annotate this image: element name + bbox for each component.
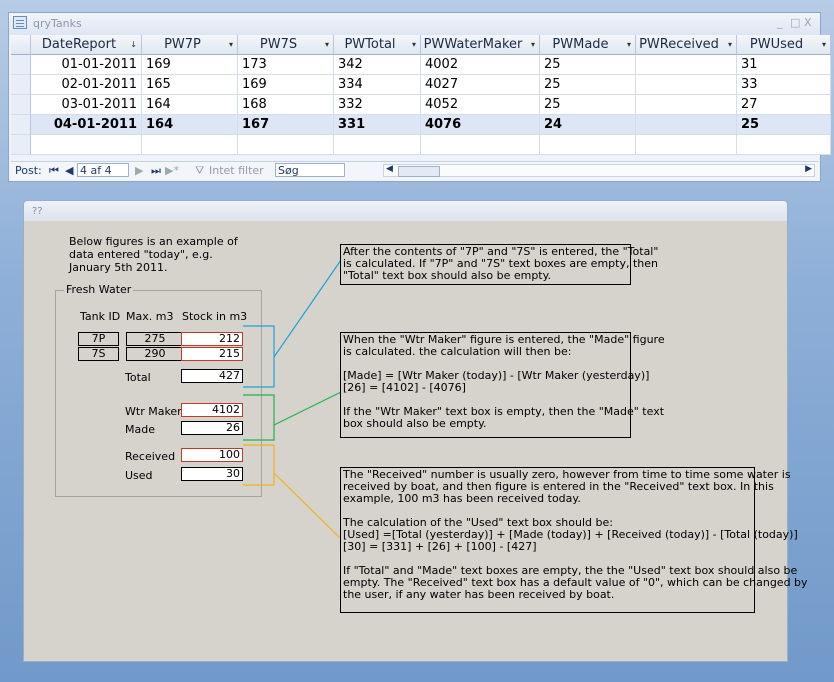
dropdown-icon[interactable]: ▾ — [325, 35, 329, 55]
made-connector — [243, 391, 342, 441]
column-header-label: PWWaterMaker — [423, 37, 523, 52]
table-cell[interactable]: 27 — [737, 95, 831, 115]
table-cell[interactable]: 4076 — [421, 115, 540, 135]
table-cell[interactable] — [636, 115, 737, 135]
new-row-cell[interactable] — [636, 135, 737, 155]
table-cell[interactable]: 165 — [142, 75, 238, 95]
column-header-label: PWTotal — [344, 37, 396, 52]
form-window: ?? Below figures is an example of data e… — [23, 200, 808, 662]
query-title-bar: qryTanks _ □ X — [9, 13, 820, 35]
datasheet-icon — [13, 16, 27, 29]
row-selector[interactable] — [11, 95, 31, 115]
table-cell[interactable]: 331 — [334, 115, 421, 135]
first-record-button[interactable]: ⏮ — [49, 164, 59, 178]
table-cell[interactable]: 03-01-2011 — [31, 95, 142, 115]
record-number-input[interactable]: 4 af 4 — [77, 163, 129, 177]
column-header-datereport[interactable]: DateReport ↓ — [31, 35, 142, 55]
sort-icon[interactable]: ↓ — [130, 35, 137, 55]
table-cell[interactable]: 4027 — [421, 75, 540, 95]
table-cell[interactable] — [636, 55, 737, 75]
table-cell[interactable]: 164 — [142, 95, 238, 115]
table-cell[interactable]: 168 — [238, 95, 334, 115]
row-selector[interactable] — [11, 55, 31, 75]
search-input[interactable]: Søg — [275, 163, 345, 177]
dropdown-icon[interactable]: ▾ — [229, 35, 233, 55]
column-header-pwused[interactable]: PWUsed ▾ — [737, 35, 831, 55]
query-window: qryTanks _ □ X DateReport ↓ PW7P ▾ PW7S ▾ PWTo… — [8, 12, 831, 182]
table-cell[interactable]: 25 — [540, 95, 636, 115]
used-connector — [243, 444, 341, 539]
table-cell[interactable]: 169 — [238, 75, 334, 95]
row-selector[interactable] — [11, 115, 31, 135]
record-navigation-bar: Post: ⏮ ◀ 4 af 4 ▶ ⏭ ▶* ⛛ Intet filter S… — [11, 161, 819, 180]
table-cell[interactable]: 33 — [737, 75, 831, 95]
select-all-corner[interactable] — [11, 35, 31, 55]
last-record-button[interactable]: ⏭ — [151, 164, 161, 178]
note-made: When the "Wtr Maker" figure is entered, … — [340, 332, 665, 438]
dropdown-icon[interactable]: ▾ — [627, 35, 631, 55]
scroll-right-icon[interactable]: ▶ — [805, 164, 812, 174]
table-cell[interactable]: 173 — [238, 55, 334, 75]
column-header-pwwatermaker[interactable]: PWWaterMaker ▾ — [421, 35, 540, 55]
new-row-cell[interactable] — [142, 135, 238, 155]
table-cell[interactable]: 169 — [142, 55, 238, 75]
dropdown-icon[interactable]: ▾ — [822, 35, 826, 55]
prev-record-button[interactable]: ◀ — [65, 164, 73, 177]
minimize-button[interactable]: _ — [777, 16, 783, 29]
column-header-pwtotal[interactable]: PWTotal ▾ — [334, 35, 421, 55]
column-header-pwreceived[interactable]: PWReceived ▾ — [636, 35, 737, 55]
table-cell[interactable]: 167 — [238, 115, 334, 135]
dropdown-icon[interactable]: ▾ — [728, 35, 732, 55]
column-header-label: PW7S — [259, 37, 298, 52]
table-cell[interactable] — [636, 75, 737, 95]
table-cell[interactable]: 25 — [540, 75, 636, 95]
column-header-pw7p[interactable]: PW7P ▾ — [142, 35, 238, 55]
row-selector[interactable] — [11, 75, 31, 95]
scroll-left-icon[interactable]: ◀ — [386, 164, 393, 174]
new-row-cell[interactable] — [31, 135, 142, 155]
column-header-label: PWMade — [552, 37, 609, 52]
column-header-pw7s[interactable]: PW7S ▾ — [238, 35, 334, 55]
horizontal-scrollbar[interactable]: ◀ ▶ — [383, 164, 815, 177]
restore-button[interactable]: □ — [790, 16, 800, 29]
table-cell[interactable]: 31 — [737, 55, 831, 75]
column-header-pwmade[interactable]: PWMade ▾ — [540, 35, 636, 55]
table-cell[interactable]: 04-01-2011 — [31, 115, 142, 135]
filter-icon: ⛛ — [195, 164, 205, 177]
note-used: The "Received" number is usually zero, h… — [340, 467, 808, 613]
new-row-cell[interactable] — [238, 135, 334, 155]
new-record-button[interactable]: ▶* — [165, 164, 179, 177]
column-header-label: DateReport — [41, 37, 117, 52]
scroll-thumb[interactable] — [398, 166, 440, 177]
table-cell[interactable]: 24 — [540, 115, 636, 135]
nav-label: Post: — [15, 164, 42, 177]
new-row-cell[interactable] — [421, 135, 540, 155]
table-cell[interactable]: 25 — [737, 115, 831, 135]
query-title: qryTanks — [33, 17, 82, 30]
dropdown-icon[interactable]: ▾ — [412, 35, 416, 55]
column-header-label: PWReceived — [639, 37, 719, 52]
note-total: After the contents of "7P" and "7S" is e… — [340, 244, 658, 285]
table-cell[interactable]: 332 — [334, 95, 421, 115]
table-cell[interactable] — [636, 95, 737, 115]
new-row-selector[interactable] — [11, 135, 31, 155]
table-cell[interactable]: 164 — [142, 115, 238, 135]
table-cell[interactable]: 4052 — [421, 95, 540, 115]
column-header-label: PW7P — [164, 37, 201, 52]
new-row-cell[interactable] — [737, 135, 831, 155]
total-connector — [243, 259, 342, 388]
table-cell[interactable]: 02-01-2011 — [31, 75, 142, 95]
table-cell[interactable]: 334 — [334, 75, 421, 95]
table-cell[interactable]: 4002 — [421, 55, 540, 75]
close-button[interactable]: X — [804, 16, 812, 29]
new-row-cell[interactable] — [540, 135, 636, 155]
table-cell[interactable]: 25 — [540, 55, 636, 75]
column-header-label: PWUsed — [749, 37, 804, 52]
table-cell[interactable]: 342 — [334, 55, 421, 75]
new-row-cell[interactable] — [334, 135, 421, 155]
table-cell[interactable]: 01-01-2011 — [31, 55, 142, 75]
next-record-button[interactable]: ▶ — [135, 164, 143, 177]
dropdown-icon[interactable]: ▾ — [531, 35, 535, 55]
filter-status[interactable]: Intet filter — [209, 164, 264, 177]
